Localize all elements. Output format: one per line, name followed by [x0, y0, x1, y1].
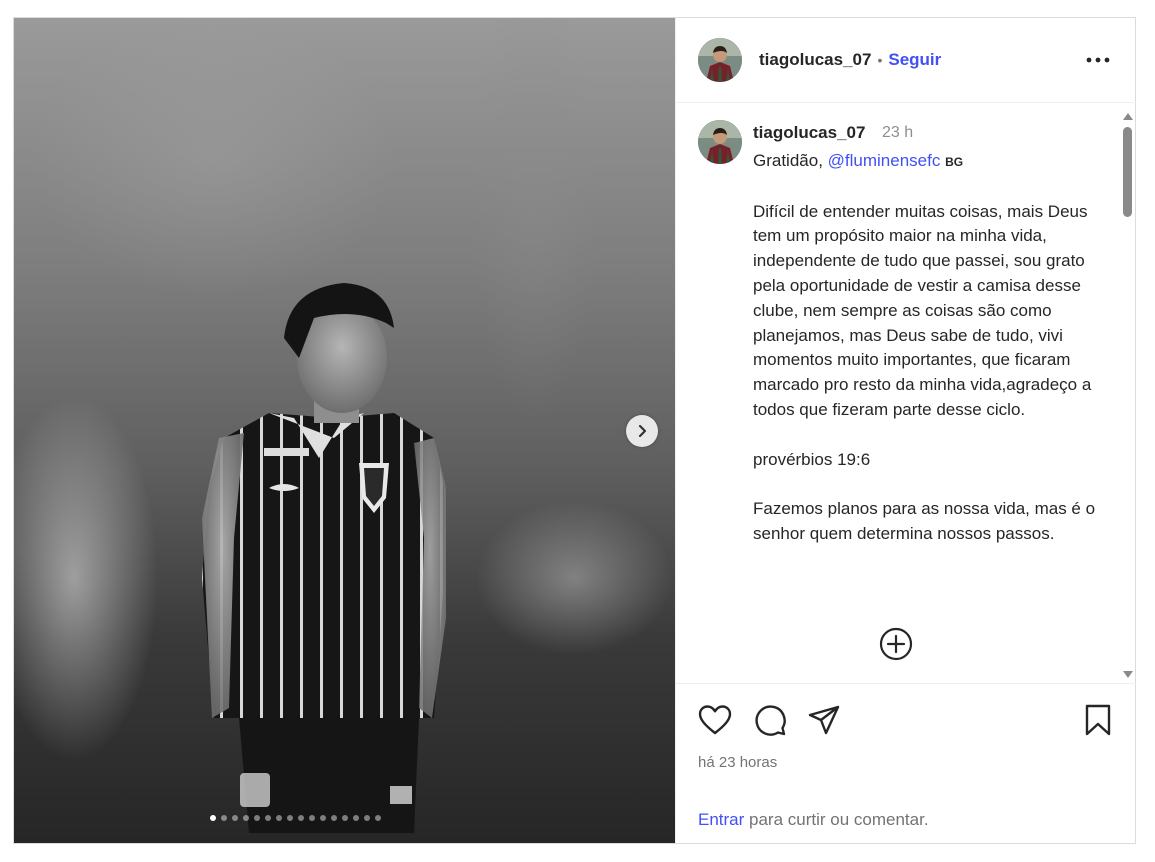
carousel-indicator — [210, 815, 381, 821]
carousel-dot — [243, 815, 249, 821]
avatar[interactable] — [698, 38, 742, 82]
carousel-dot — [309, 815, 315, 821]
carousel-dot — [342, 815, 348, 821]
caption-avatar[interactable] — [698, 120, 742, 164]
login-link[interactable]: Entrar — [698, 810, 744, 829]
author-username[interactable]: tiagolucas_07 — [759, 50, 871, 70]
like-button[interactable] — [698, 704, 732, 741]
caption-username[interactable]: tiagolucas_07 — [753, 123, 865, 143]
comments-section[interactable]: tiagolucas_07 23 h Gratidão, @fluminense… — [676, 103, 1136, 683]
caption-tag: BG — [945, 155, 964, 169]
post-actions: há 23 horas Entrar para curtir ou coment… — [676, 683, 1136, 844]
triangle-up-icon — [1123, 113, 1133, 120]
paper-plane-icon — [808, 705, 840, 735]
post-timestamp[interactable]: há 23 horas — [698, 754, 777, 771]
post-dialog: tiagolucas_07 • Seguir tiagolucas_07 23 … — [13, 17, 1136, 844]
caption-time[interactable]: 23 h — [882, 124, 913, 142]
carousel-dot — [232, 815, 238, 821]
avatar-image — [698, 38, 742, 82]
load-more-comments-button[interactable] — [879, 627, 913, 666]
player-photo — [202, 283, 446, 833]
carousel-dot — [254, 815, 260, 821]
triangle-down-icon — [1123, 671, 1133, 678]
more-options-button[interactable] — [1086, 50, 1110, 68]
carousel-dot — [221, 815, 227, 821]
follow-button[interactable]: Seguir — [888, 50, 941, 70]
carousel-dot — [210, 815, 216, 821]
post-sidebar: tiagolucas_07 • Seguir tiagolucas_07 23 … — [675, 18, 1136, 843]
separator-dot: • — [877, 52, 883, 68]
post-media[interactable] — [14, 18, 675, 843]
carousel-dot — [298, 815, 304, 821]
carousel-dot — [375, 815, 381, 821]
login-prompt: Entrar para curtir ou comentar. — [698, 810, 929, 830]
carousel-dot — [265, 815, 271, 821]
scrollbar-thumb[interactable] — [1123, 127, 1132, 217]
scroll-down-arrow[interactable] — [1122, 667, 1134, 683]
carousel-dot — [353, 815, 359, 821]
share-button[interactable] — [808, 704, 840, 741]
caption-text: Gratidão, @fluminensefc BG Difícil de en… — [753, 149, 1108, 547]
next-slide-button[interactable] — [626, 415, 658, 447]
heart-icon — [698, 705, 732, 735]
login-prompt-text: para curtir ou comentar. — [744, 810, 929, 829]
carousel-dot — [331, 815, 337, 821]
comment-bubble-icon — [755, 705, 786, 736]
save-button[interactable] — [1084, 704, 1112, 741]
plus-circle-icon — [879, 627, 913, 661]
caption-body: Difícil de entender muitas coisas, mais … — [753, 201, 1096, 543]
more-icon — [1086, 57, 1110, 63]
chevron-right-icon — [638, 424, 647, 438]
bookmark-icon — [1085, 704, 1111, 736]
mention-link[interactable]: @fluminensefc — [828, 151, 941, 170]
carousel-dot — [287, 815, 293, 821]
scroll-up-arrow[interactable] — [1122, 108, 1134, 126]
carousel-dot — [364, 815, 370, 821]
comment-button[interactable] — [754, 704, 786, 741]
avatar-image — [698, 120, 742, 164]
post-header: tiagolucas_07 • Seguir — [676, 18, 1136, 103]
carousel-dot — [320, 815, 326, 821]
caption-greeting: Gratidão, — [753, 151, 828, 170]
carousel-dot — [276, 815, 282, 821]
